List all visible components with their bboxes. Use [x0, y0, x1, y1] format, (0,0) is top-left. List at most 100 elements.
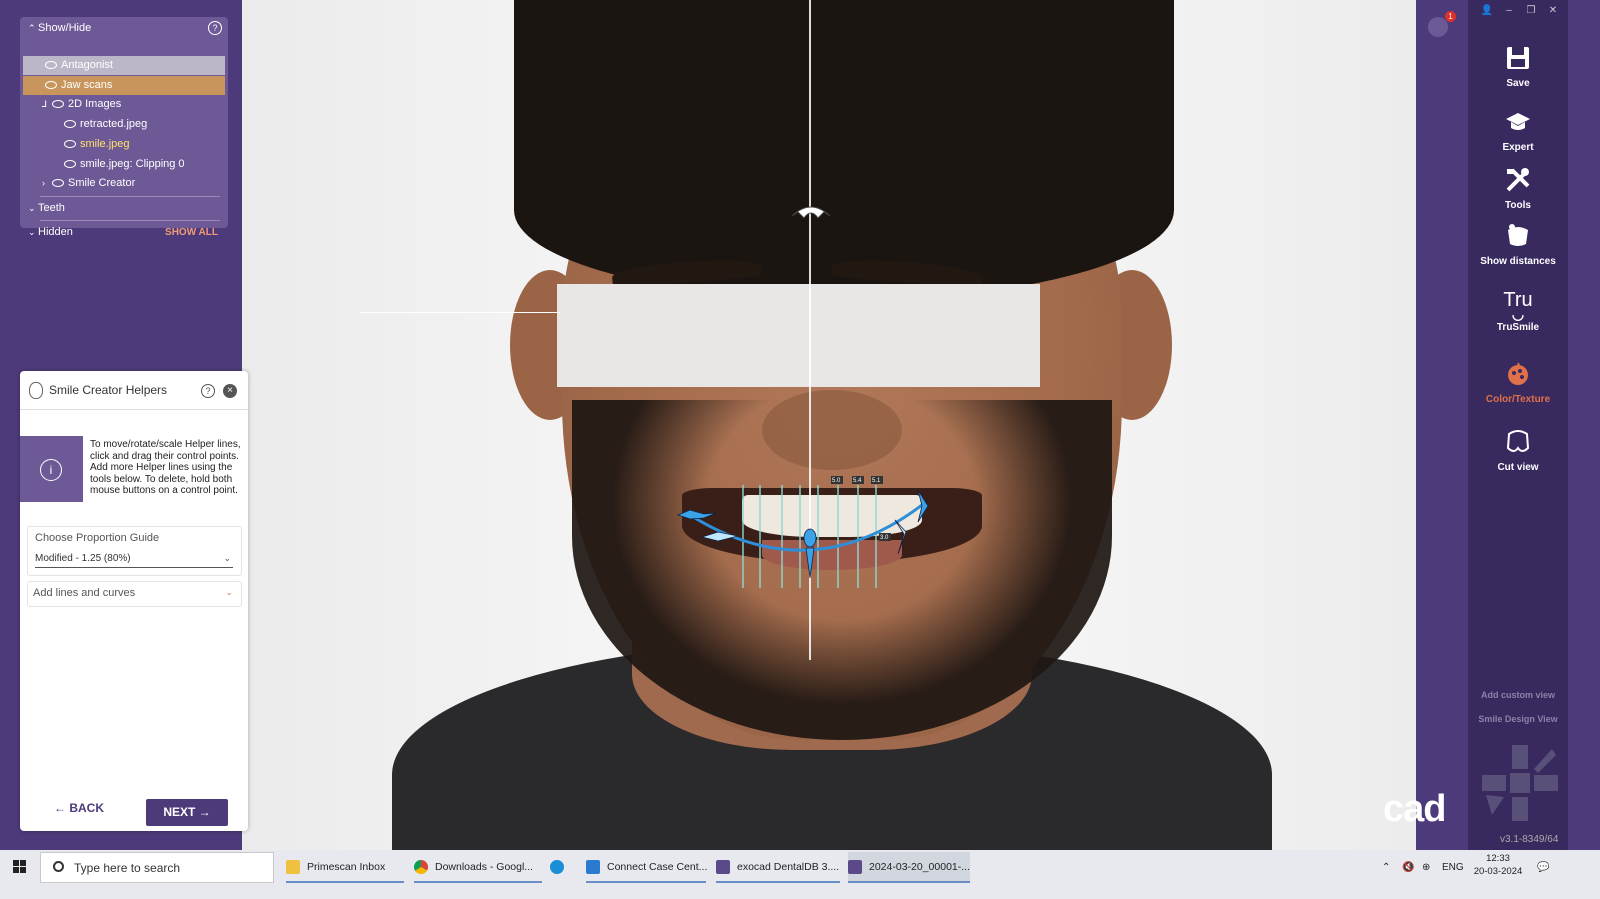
tool-label: Color/Texture: [1485, 394, 1551, 405]
taskbar-app-primescan[interactable]: Primescan Inbox: [286, 852, 404, 883]
measurement-3: 5.1: [872, 478, 881, 484]
eye-slash-icon[interactable]: [64, 160, 76, 169]
taskbar-app-chrome[interactable]: Downloads - Googl...: [414, 852, 542, 883]
eye-icon[interactable]: [64, 120, 76, 129]
notification-center-icon[interactable]: 💬: [1537, 852, 1549, 883]
taskbar-app-exocad-db[interactable]: exocad DentalDB 3....: [716, 852, 840, 883]
close-window-icon[interactable]: ✕: [1542, 5, 1564, 16]
info-text: To move/rotate/scale Helper lines, click…: [90, 439, 241, 496]
tree-item-label: Antagonist: [61, 59, 113, 71]
show-all-button[interactable]: SHOW ALL: [165, 223, 218, 242]
taskbar-app-label: 2024-03-20_00001-...: [869, 861, 970, 873]
tree-item-retracted[interactable]: retracted.jpeg: [64, 115, 147, 134]
tree-item-label: retracted.jpeg: [80, 118, 148, 130]
view-navigator-icon[interactable]: [1482, 745, 1558, 821]
version-label: v3.1-8349/64: [1500, 834, 1559, 845]
tree-item-smile[interactable]: smile.jpeg: [64, 135, 130, 154]
graduation-cap-icon: [1506, 113, 1530, 130]
tree-item-2d-images[interactable]: ⅃ 2D Images: [28, 95, 121, 114]
face-photo[interactable]: [242, 0, 1416, 866]
tool-trusmile[interactable]: Tru ◡ TruSmile: [1468, 290, 1568, 333]
search-placeholder: Type here to search: [74, 861, 181, 875]
chrome-icon: [414, 860, 428, 875]
measurement-4: 3.0: [880, 535, 889, 541]
user-icon[interactable]: 👤: [1476, 5, 1498, 16]
tree-item-label: Smile Creator: [68, 177, 136, 189]
brand-logo: cad: [1383, 788, 1446, 830]
taskbar-app-label: Downloads - Googl...: [435, 861, 534, 873]
tool-tools[interactable]: Tools: [1468, 166, 1568, 211]
taskbar-clock[interactable]: 12:33 20-03-2024: [1470, 852, 1526, 878]
clock-date: 20-03-2024: [1473, 866, 1523, 877]
eye-icon[interactable]: [64, 140, 76, 149]
eye-slash-icon[interactable]: [45, 81, 57, 90]
nose: [762, 390, 902, 470]
tree-item-smile-creator[interactable]: › Smile Creator: [28, 174, 135, 193]
back-button[interactable]: ← BACK: [54, 801, 104, 815]
smile-helper-overlay[interactable]: 5.0 5.4 5.1 3.0: [660, 470, 940, 600]
taskbar-app-exocad-case[interactable]: 2024-03-20_00001-...: [848, 852, 970, 883]
tool-label: TruSmile: [1496, 322, 1540, 333]
eye-slash-icon[interactable]: [45, 61, 57, 70]
collapse-icon[interactable]: ⅃: [42, 95, 52, 114]
show-hide-title: Show/Hide: [38, 22, 92, 34]
eye-icon[interactable]: [52, 100, 64, 109]
tool-save[interactable]: Save: [1468, 44, 1568, 89]
close-icon[interactable]: ×: [223, 384, 237, 398]
help-icon[interactable]: ?: [201, 384, 215, 398]
measurement-1: 5.0: [832, 478, 841, 484]
tool-cut-view[interactable]: Cut view: [1468, 428, 1568, 473]
smile-design-view-button[interactable]: Smile Design View: [1468, 714, 1568, 724]
right-margin: [1416, 0, 1468, 850]
bell-icon[interactable]: [1428, 17, 1448, 37]
restore-icon[interactable]: ❐: [1520, 5, 1542, 16]
add-lines-label: Add lines and curves: [33, 587, 136, 599]
proportion-guide-card: Choose Proportion Guide Modified - 1.25 …: [27, 526, 242, 576]
windows-start-icon[interactable]: [0, 850, 40, 885]
tray-chevron-icon[interactable]: ⌃: [1382, 852, 1390, 883]
next-label: NEXT: [163, 805, 196, 819]
tool-expert[interactable]: Expert: [1468, 108, 1568, 153]
expand-icon[interactable]: ›: [42, 174, 52, 193]
folder-icon: [286, 860, 300, 875]
tool-color-texture[interactable]: Color/Texture: [1468, 360, 1568, 405]
horizontal-helper-line[interactable]: [360, 312, 560, 313]
show-hide-header[interactable]: ⌃ Show/Hide: [28, 19, 91, 38]
face-icon: [29, 382, 43, 399]
midline-handle-icon[interactable]: [790, 200, 832, 222]
exocad-icon: [716, 860, 730, 875]
back-label: BACK: [69, 801, 105, 815]
add-lines-dropdown[interactable]: Add lines and curves ⌄: [27, 581, 242, 607]
taskbar-search-input[interactable]: Type here to search: [40, 852, 274, 883]
tree-item-jaw-scans[interactable]: Jaw scans: [23, 76, 225, 95]
tree-item-clipping[interactable]: smile.jpeg: Clipping 0: [64, 155, 185, 174]
add-custom-view-button[interactable]: Add custom view: [1468, 690, 1568, 700]
teeth-section[interactable]: ⌄ Teeth: [28, 199, 65, 218]
next-button[interactable]: NEXT →: [146, 799, 228, 826]
eye-icon[interactable]: [52, 179, 64, 188]
hidden-section[interactable]: ⌄ Hidden: [28, 223, 73, 242]
panel-title: Smile Creator Helpers: [49, 383, 168, 397]
taskbar-app-edge[interactable]: [550, 852, 570, 883]
taskbar-app-label: Connect Case Cent...: [607, 861, 708, 873]
hair: [514, 0, 1174, 300]
tool-label: Save: [1506, 78, 1530, 89]
smile-icon: ◡: [1511, 306, 1525, 322]
save-icon: [1507, 47, 1529, 69]
distances-icon: [1508, 224, 1528, 246]
speaker-muted-icon[interactable]: 🔇: [1402, 852, 1414, 883]
tree-item-label: smile.jpeg: [80, 138, 130, 150]
tree-item-antagonist[interactable]: Antagonist: [23, 56, 225, 75]
proportion-guide-select[interactable]: Modified - 1.25 (80%) ⌄: [35, 553, 233, 568]
eye-censor-bar: [557, 284, 1040, 387]
tool-show-distances[interactable]: Show distances: [1468, 222, 1568, 267]
edge-icon: [550, 860, 564, 875]
teeth-label: Teeth: [38, 202, 65, 214]
globe-icon[interactable]: ⊕: [1422, 852, 1430, 883]
minimize-icon[interactable]: –: [1498, 5, 1520, 16]
proportion-guide-label: Choose Proportion Guide: [35, 532, 160, 544]
taskbar-app-connect[interactable]: Connect Case Cent...: [586, 852, 708, 883]
language-indicator[interactable]: ENG: [1442, 852, 1464, 883]
tool-label: Show distances: [1480, 256, 1556, 267]
help-icon[interactable]: ?: [208, 21, 222, 35]
